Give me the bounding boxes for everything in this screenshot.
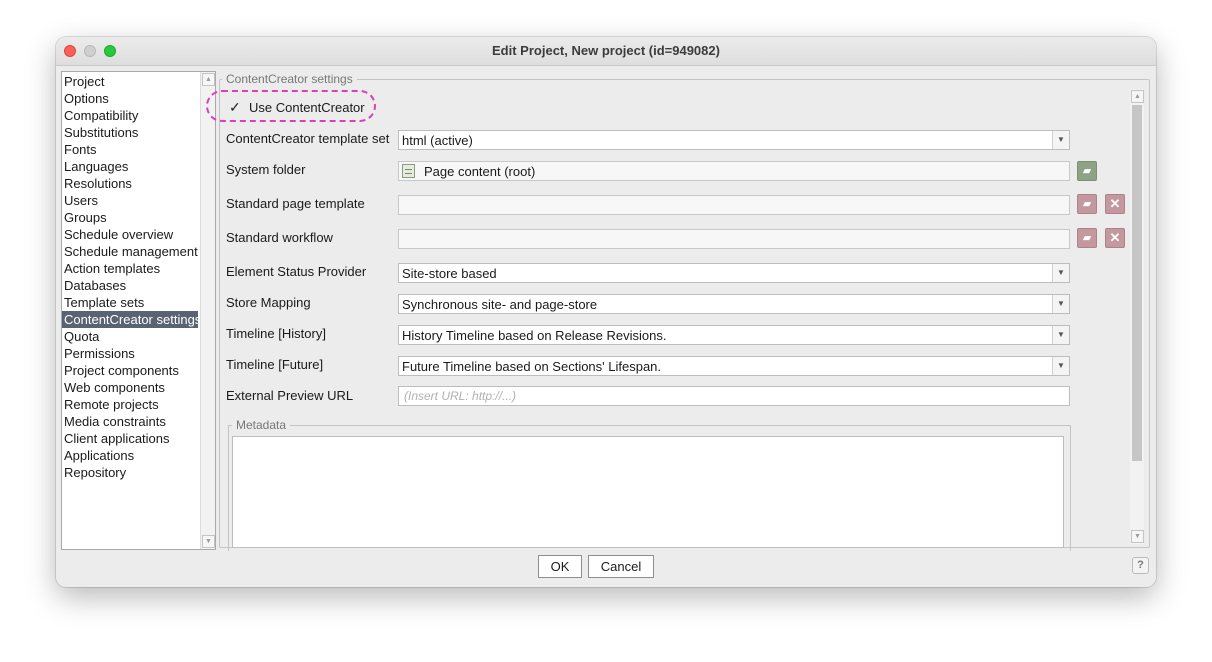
sidebar-scrollbar[interactable]: ▲ ▼ (200, 72, 215, 549)
store-mapping-label: Store Mapping (226, 295, 311, 310)
external-preview-url-placeholder: (Insert URL: http://...) (404, 389, 517, 403)
external-preview-url-input[interactable]: (Insert URL: http://...) (398, 386, 1070, 406)
cancel-button[interactable]: Cancel (588, 555, 654, 578)
standard-page-template-field[interactable] (398, 195, 1070, 215)
sidebar-item-languages[interactable]: Languages (62, 158, 198, 175)
chevron-down-icon[interactable]: ▼ (1052, 264, 1069, 282)
sidebar-item-project-components[interactable]: Project components (62, 362, 198, 379)
sidebar-item-users[interactable]: Users (62, 192, 198, 209)
sidebar-item-applications[interactable]: Applications (62, 447, 198, 464)
scroll-down-arrow-icon[interactable]: ▼ (1131, 530, 1144, 543)
sidebar-item-action-templates[interactable]: Action templates (62, 260, 198, 277)
timeline-history-label: Timeline [History] (226, 326, 326, 341)
sidebar-item-media-constraints[interactable]: Media constraints (62, 413, 198, 430)
sidebar-item-client-applications[interactable]: Client applications (62, 430, 198, 447)
metadata-label: Metadata (232, 418, 291, 432)
settings-scrollbar[interactable]: ▲ ▼ (1130, 89, 1144, 544)
panel-group-title: ContentCreator settings (222, 72, 357, 86)
metadata-area[interactable] (232, 436, 1064, 548)
scroll-down-arrow-icon[interactable]: ▼ (202, 535, 215, 548)
chevron-down-icon[interactable]: ▼ (1052, 131, 1069, 149)
sidebar-item-permissions[interactable]: Permissions (62, 345, 198, 362)
external-preview-url-label: External Preview URL (226, 388, 354, 403)
sidebar-list: Project Options Compatibility Substitutions… (62, 72, 215, 481)
system-folder-field[interactable]: Page content (root) (398, 161, 1070, 181)
sidebar-item-remote-projects[interactable]: Remote projects (62, 396, 198, 413)
project-settings-sidebar: Project Options Compatibility Substitutions… (61, 71, 216, 550)
element-status-provider-label: Element Status Provider (226, 264, 367, 279)
template-set-label: ContentCreator template set (226, 131, 390, 146)
store-mapping-select[interactable]: Synchronous site- and page-store ▼ (398, 294, 1070, 314)
sidebar-item-template-sets[interactable]: Template sets (62, 294, 198, 311)
sidebar-item-quota[interactable]: Quota (62, 328, 198, 345)
sidebar-item-groups[interactable]: Groups (62, 209, 198, 226)
sidebar-item-resolutions[interactable]: Resolutions (62, 175, 198, 192)
sidebar-item-contentcreator-settings[interactable]: ContentCreator settings (62, 311, 198, 328)
timeline-future-select[interactable]: Future Timeline based on Sections' Lifes… (398, 356, 1070, 376)
scroll-up-arrow-icon[interactable]: ▲ (1131, 90, 1144, 103)
template-set-value: html (active) (402, 133, 473, 148)
sidebar-item-schedule-management[interactable]: Schedule management (62, 243, 198, 260)
standard-workflow-label: Standard workflow (226, 230, 333, 245)
sidebar-item-compatibility[interactable]: Compatibility (62, 107, 198, 124)
chevron-down-icon[interactable]: ▼ (1052, 357, 1069, 375)
store-mapping-value: Synchronous site- and page-store (402, 297, 598, 312)
open-folder-icon[interactable]: ▰ (1077, 194, 1097, 214)
sidebar-item-options[interactable]: Options (62, 90, 198, 107)
system-folder-label: System folder (226, 162, 306, 177)
checkmark-icon[interactable]: ✓ (229, 99, 241, 116)
sidebar-item-substitutions[interactable]: Substitutions (62, 124, 198, 141)
sidebar-item-web-components[interactable]: Web components (62, 379, 198, 396)
chevron-down-icon[interactable]: ▼ (1052, 295, 1069, 313)
timeline-history-value: History Timeline based on Release Revisi… (402, 328, 667, 343)
title-bar: Edit Project, New project (id=949082) (56, 37, 1156, 66)
timeline-future-value: Future Timeline based on Sections' Lifes… (402, 359, 662, 374)
standard-workflow-field[interactable] (398, 229, 1070, 249)
open-folder-icon[interactable]: ▰ (1077, 228, 1097, 248)
template-set-select[interactable]: html (active) ▼ (398, 130, 1070, 150)
help-icon[interactable]: ? (1132, 557, 1149, 574)
remove-icon[interactable]: ✕ (1105, 194, 1125, 214)
open-folder-icon[interactable]: ▰ (1077, 161, 1097, 181)
use-contentcreator-label[interactable]: Use ContentCreator (249, 100, 365, 115)
scroll-up-arrow-icon[interactable]: ▲ (202, 73, 215, 86)
chevron-down-icon[interactable]: ▼ (1052, 326, 1069, 344)
sidebar-item-fonts[interactable]: Fonts (62, 141, 198, 158)
system-folder-value: Page content (root) (424, 164, 536, 179)
sidebar-item-schedule-overview[interactable]: Schedule overview (62, 226, 198, 243)
page-content-icon (402, 164, 415, 178)
timeline-future-label: Timeline [Future] (226, 357, 324, 372)
sidebar-item-repository[interactable]: Repository (62, 464, 198, 481)
sidebar-item-project[interactable]: Project (62, 73, 198, 90)
sidebar-item-databases[interactable]: Databases (62, 277, 198, 294)
scrollbar-thumb[interactable] (1132, 105, 1142, 461)
ok-button[interactable]: OK (538, 555, 582, 578)
element-status-provider-value: Site-store based (402, 266, 497, 281)
timeline-history-select[interactable]: History Timeline based on Release Revisi… (398, 325, 1070, 345)
remove-icon[interactable]: ✕ (1105, 228, 1125, 248)
edit-project-dialog: Edit Project, New project (id=949082) Pr… (56, 37, 1156, 587)
element-status-provider-select[interactable]: Site-store based ▼ (398, 263, 1070, 283)
standard-page-template-label: Standard page template (226, 196, 365, 211)
window-title: Edit Project, New project (id=949082) (492, 43, 720, 58)
